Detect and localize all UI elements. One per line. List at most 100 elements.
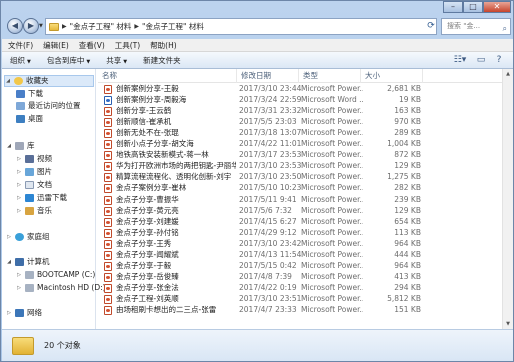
powerpoint-file-icon bbox=[104, 294, 112, 304]
table-row[interactable]: 创新案例分享-王毅 2017/3/10 23:44 Microsoft Power.… bbox=[98, 84, 513, 95]
table-row[interactable]: 金点子分享-刘建媛 2017/4/15 6:27 Microsoft Power..… bbox=[98, 217, 513, 228]
table-row[interactable]: 金点子分享-曹振华 2017/5/11 9:41 Microsoft Power..… bbox=[98, 195, 513, 206]
scroll-down-icon[interactable]: ▼ bbox=[503, 319, 513, 329]
expand-triangle-icon[interactable]: ▷ bbox=[16, 179, 22, 191]
scroll-up-icon[interactable]: ▲ bbox=[503, 69, 513, 79]
file-type: Microsoft Power... bbox=[301, 161, 363, 171]
close-button[interactable]: ✕ bbox=[483, 1, 511, 13]
file-date: 2017/4/13 11:54 bbox=[239, 249, 301, 259]
expand-triangle-icon[interactable]: ◢ bbox=[5, 75, 11, 87]
breadcrumb-parent[interactable]: "金点子工程" 材料 bbox=[70, 21, 132, 32]
table-row[interactable]: 华为打开欧洲市场的两把钥匙-尹丽华 2017/3/10 23:53 Microsof… bbox=[98, 161, 513, 172]
address-bar[interactable]: ▶ "金点子工程" 材料 ▶ "金点子工程" 材料 ⟳ bbox=[45, 18, 437, 35]
column-header-name[interactable]: 名称 bbox=[98, 69, 237, 83]
file-size: 282 KB bbox=[394, 183, 421, 193]
file-size: 129 KB bbox=[394, 205, 421, 215]
sidebar-item-videos[interactable]: ▷ 视频 bbox=[16, 153, 52, 165]
include-in-library-button[interactable]: 包含到库中 ▼ bbox=[39, 53, 98, 68]
table-row[interactable]: 创新案例分享-周毅海 2017/3/24 22:59 Microsoft Word … bbox=[98, 95, 513, 106]
table-row[interactable]: 金点子分享-于毅 2017/5/15 0:42 Microsoft Power...… bbox=[98, 261, 513, 272]
file-name: 创新分享-王云鹤 bbox=[116, 106, 172, 116]
help-icon[interactable]: ? bbox=[492, 54, 506, 67]
maximize-button[interactable]: □ bbox=[463, 1, 483, 13]
refresh-icon[interactable]: ⟳ bbox=[424, 19, 438, 34]
view-options-icon[interactable]: ☷▾ bbox=[450, 54, 470, 67]
menu-file[interactable]: 文件(F) bbox=[8, 40, 33, 51]
sidebar-item-desktop[interactable]: 桌面 bbox=[16, 113, 43, 125]
library-icon bbox=[15, 142, 24, 150]
forward-button[interactable]: ▶ bbox=[23, 18, 39, 34]
table-row[interactable]: 金点子分享-张金法 2017/4/22 0:19 Microsoft Power..… bbox=[98, 283, 513, 294]
sidebar-item-thunder[interactable]: ▷ 迅雷下载 bbox=[16, 192, 67, 204]
document-icon bbox=[25, 181, 34, 189]
file-name: 金点子分享-孙付铭 bbox=[116, 227, 179, 237]
table-row[interactable]: 创新顺信-崔承机 2017/5/5 23:03 Microsoft Power...… bbox=[98, 117, 513, 128]
table-row[interactable]: 地铁高铁安装新模式-蒋一林 2017/3/17 23:53 Microsoft Po… bbox=[98, 150, 513, 161]
table-row[interactable]: 金点子案例分享-崔林 2017/5/10 10:23 Microsoft Power… bbox=[98, 183, 513, 194]
table-row[interactable]: 金点子分享-孙付铭 2017/4/29 9:12 Microsoft Power..… bbox=[98, 228, 513, 239]
organize-button[interactable]: 组织 ▼ bbox=[2, 53, 39, 68]
sidebar-item-bootcamp[interactable]: ▷ BOOTCAMP (C:) bbox=[16, 269, 95, 281]
file-name: 金点子分享-岳俊臻 bbox=[116, 271, 179, 281]
sidebar-item-macintosh[interactable]: ▷ Macintosh HD (D:) bbox=[16, 282, 106, 294]
expand-triangle-icon[interactable]: ▷ bbox=[16, 166, 22, 178]
table-row[interactable]: 金点子分享-王秀 2017/3/10 23:42 Microsoft Power..… bbox=[98, 239, 513, 250]
powerpoint-file-icon bbox=[104, 184, 112, 194]
expand-triangle-icon[interactable]: ▷ bbox=[16, 205, 22, 217]
file-size: 1,004 KB bbox=[387, 139, 421, 149]
expand-triangle-icon[interactable]: ◢ bbox=[6, 256, 12, 268]
search-input[interactable]: 搜索 "金... ⌕ bbox=[441, 18, 511, 35]
table-row[interactable]: 由场租刷卡想出的二三点-张雷 2017/4/7 23:33 Microsoft Po… bbox=[98, 305, 513, 316]
sidebar-item-network[interactable]: ▷ 网络 bbox=[6, 307, 42, 319]
new-folder-button[interactable]: 新建文件夹 bbox=[135, 53, 189, 68]
table-row[interactable]: 精算流程流程化、透明化创新-刘宇 2017/3/10 23:50 Microsoft… bbox=[98, 172, 513, 183]
file-date: 2017/3/10 23:42 bbox=[239, 238, 301, 248]
file-size: 19 KB bbox=[399, 95, 421, 105]
table-row[interactable]: 金点子分享-黄元亮 2017/5/6 7:32 Microsoft Power...… bbox=[98, 206, 513, 217]
chevron-right-icon[interactable]: ▶ bbox=[62, 23, 67, 30]
table-row[interactable]: 金点子分享-闻耀斌 2017/4/13 11:54 Microsoft Power.… bbox=[98, 250, 513, 261]
chevron-right-icon[interactable]: ▶ bbox=[134, 23, 139, 30]
recent-places-icon bbox=[16, 102, 25, 110]
sidebar-item-homegroup[interactable]: ▷ 家庭组 bbox=[6, 231, 50, 243]
preview-pane-icon[interactable]: ▭ bbox=[474, 54, 488, 67]
expand-triangle-icon[interactable]: ▷ bbox=[16, 153, 22, 165]
item-count: 20 个对象 bbox=[44, 341, 81, 350]
sidebar-item-pictures[interactable]: ▷ 图片 bbox=[16, 166, 52, 178]
table-row[interactable]: 创新小点子分享-胡文海 2017/4/22 11:01 Microsoft Powe… bbox=[98, 139, 513, 150]
share-button[interactable]: 共享 ▼ bbox=[98, 53, 135, 68]
file-type: Microsoft Power... bbox=[301, 293, 363, 303]
back-button[interactable]: ◀ bbox=[7, 18, 23, 34]
column-header-date[interactable]: 修改日期 bbox=[237, 69, 299, 83]
table-row[interactable]: 金点子分享-岳俊臻 2017/4/8 7:39 Microsoft Power...… bbox=[98, 272, 513, 283]
powerpoint-file-icon bbox=[104, 250, 112, 260]
table-row[interactable]: 创新分享-王云鹤 2017/3/31 23:32 Microsoft Power..… bbox=[98, 106, 513, 117]
expand-triangle-icon[interactable]: ▷ bbox=[6, 231, 12, 243]
column-header-type[interactable]: 类型 bbox=[299, 69, 361, 83]
expand-triangle-icon[interactable]: ▷ bbox=[16, 282, 22, 294]
expand-triangle-icon[interactable]: ▷ bbox=[16, 192, 22, 204]
expand-triangle-icon[interactable]: ▷ bbox=[16, 269, 22, 281]
menu-tools[interactable]: 工具(T) bbox=[115, 40, 140, 51]
menu-help[interactable]: 帮助(H) bbox=[150, 40, 177, 51]
table-row[interactable]: 金点子工程-刘英顺 2017/3/10 23:51 Microsoft Power.… bbox=[98, 294, 513, 305]
vertical-scrollbar[interactable]: ▲ ▼ bbox=[502, 69, 513, 329]
chevron-down-icon: ▼ bbox=[123, 58, 128, 65]
menu-view[interactable]: 查看(V) bbox=[79, 40, 105, 51]
column-header-size[interactable]: 大小 bbox=[361, 69, 423, 83]
sidebar-item-music[interactable]: ▷ 音乐 bbox=[16, 205, 52, 217]
sidebar-item-favorites[interactable]: ◢ 收藏夹 bbox=[4, 75, 94, 87]
file-type: Microsoft Power... bbox=[301, 305, 363, 314]
sidebar-item-documents[interactable]: ▷ 文档 bbox=[16, 179, 52, 191]
breadcrumb-current[interactable]: "金点子工程" 材料 bbox=[142, 21, 204, 32]
minimize-button[interactable]: – bbox=[443, 1, 463, 13]
expand-triangle-icon[interactable]: ▷ bbox=[6, 307, 12, 319]
sidebar-item-downloads[interactable]: 下载 bbox=[16, 88, 43, 100]
table-row[interactable]: 创新无处不在-张琨 2017/3/18 13:07 Microsoft Power.… bbox=[98, 128, 513, 139]
sidebar-item-computer[interactable]: ◢ 计算机 bbox=[6, 256, 50, 268]
sidebar-item-libraries[interactable]: ◢ 库 bbox=[6, 140, 35, 152]
powerpoint-file-icon bbox=[104, 129, 112, 139]
expand-triangle-icon[interactable]: ◢ bbox=[6, 140, 12, 152]
menu-edit[interactable]: 编辑(E) bbox=[43, 40, 69, 51]
sidebar-item-recent[interactable]: 最近访问的位置 bbox=[16, 100, 81, 112]
